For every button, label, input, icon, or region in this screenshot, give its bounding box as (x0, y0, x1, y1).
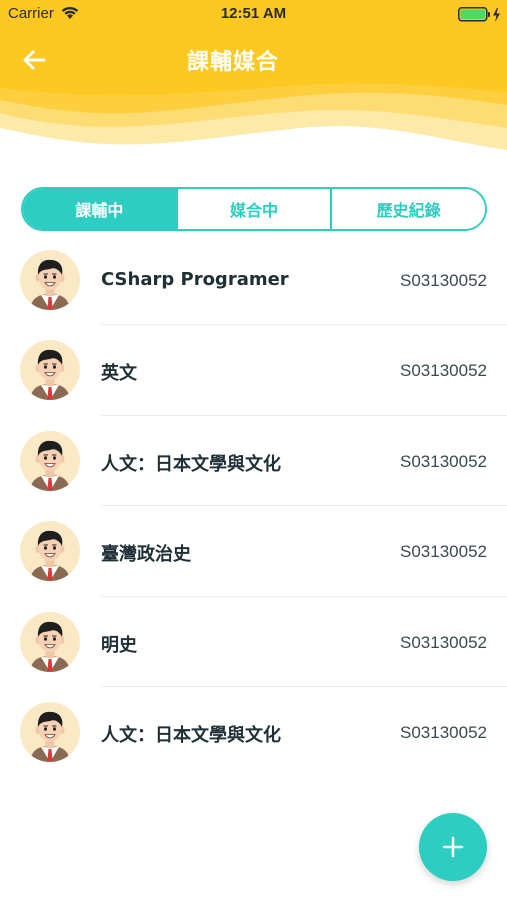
course-code: S03130052 (400, 271, 487, 290)
student-avatar-icon (30, 621, 70, 672)
list-item[interactable]: 臺灣政治史 S03130052 (0, 506, 507, 597)
avatar (20, 611, 80, 672)
course-name: 人文：日本文學與文化 (101, 724, 281, 746)
battery-icon (458, 7, 500, 22)
list-item[interactable]: CSharp Programer S03130052 (0, 235, 507, 326)
course-name: 臺灣政治史 (101, 544, 191, 566)
course-name: CSharp Programer (101, 269, 289, 290)
clock-label: 12:51 AM (220, 5, 287, 22)
status-bar: Carrier 12:51 AM (0, 0, 507, 28)
avatar (20, 250, 80, 310)
course-code: S03130052 (400, 451, 487, 471)
student-avatar-icon (30, 711, 70, 762)
add-button[interactable] (419, 813, 487, 881)
student-avatar-icon (30, 440, 70, 491)
tab-matching[interactable]: 媒合中 (175, 189, 331, 229)
course-name: 英文 (101, 363, 137, 385)
list-item[interactable]: 人文：日本文學與文化 S03130052 (0, 416, 507, 507)
list-item[interactable]: 明史 S03130052 (0, 597, 507, 687)
course-list: CSharp Programer S03130052 英文 S03130052 … (0, 235, 507, 777)
tab-in-tutoring[interactable]: 課輔中 (23, 189, 176, 229)
tab-history[interactable]: 歷史紀錄 (330, 189, 485, 229)
header-banner: Carrier 12:51 AM 課輔媒合 (0, 0, 507, 170)
student-avatar-icon (30, 350, 70, 401)
course-code: S03130052 (400, 722, 487, 742)
page-title: 課輔媒合 (186, 50, 279, 75)
avatar (20, 701, 80, 762)
list-item[interactable]: 英文 S03130052 (0, 325, 507, 416)
avatar (20, 340, 80, 401)
segmented-tabs: 課輔中 媒合中 歷史紀錄 (21, 187, 487, 231)
avatar (20, 430, 80, 491)
course-name: 人文：日本文學與文化 (101, 453, 281, 475)
student-avatar-icon (30, 530, 70, 582)
course-code: S03130052 (400, 361, 487, 381)
avatar (20, 521, 80, 582)
student-avatar-icon (30, 259, 70, 310)
course-name: 明史 (101, 634, 137, 656)
course-code: S03130052 (400, 542, 487, 562)
plus-icon (442, 836, 464, 858)
list-item[interactable]: 人文：日本文學與文化 S03130052 (0, 687, 507, 777)
course-code: S03130052 (400, 632, 487, 652)
